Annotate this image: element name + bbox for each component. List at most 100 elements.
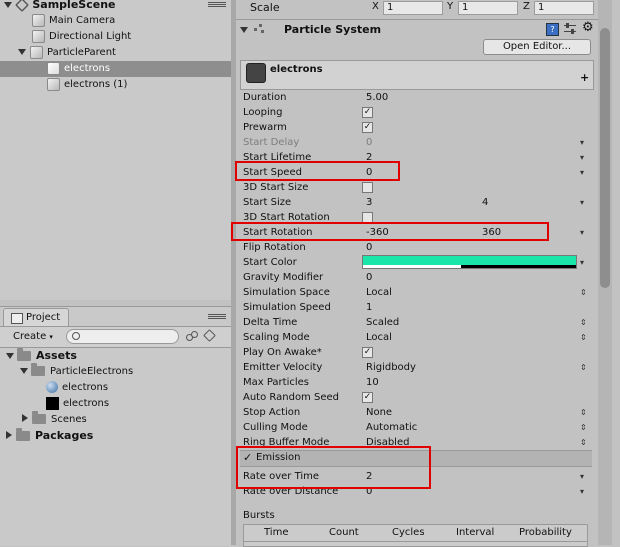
scene-name: SampleScene xyxy=(32,0,116,11)
project-item-particle-electrons[interactable]: ParticleElectrons xyxy=(20,363,133,380)
3d-start-size-checkbox[interactable] xyxy=(362,182,373,193)
flip-rotation-field[interactable]: 0 xyxy=(366,240,372,255)
scale-z-label: Z xyxy=(523,1,530,12)
start-rotation-dropdown-icon[interactable]: ▾ xyxy=(580,228,584,237)
asset-label: electrons xyxy=(63,398,110,409)
start-delay-label: Start Delay xyxy=(243,137,300,148)
gravity-modifier-field[interactable]: 0 xyxy=(366,270,372,285)
simulation-space-field[interactable]: Local xyxy=(366,285,392,300)
bursts-column-header: Probability xyxy=(519,527,572,538)
emitter-velocity-field[interactable]: Rigidbody xyxy=(366,360,416,375)
culling-mode-dropdown-icon[interactable]: ⇕ xyxy=(580,423,587,432)
add-module-plus-icon[interactable]: + xyxy=(580,71,589,84)
simulation-speed-field[interactable]: 1 xyxy=(366,300,372,315)
open-editor-button[interactable]: Open Editor... xyxy=(483,39,591,55)
scale-label: Scale xyxy=(250,1,280,14)
system-thumbnail-icon xyxy=(246,63,266,83)
search-input[interactable] xyxy=(66,329,179,344)
rate-over-distance-dropdown-icon[interactable]: ▾ xyxy=(580,487,584,496)
gear-icon[interactable]: ⚙ xyxy=(582,20,594,35)
start-color-dropdown-icon[interactable]: ▾ xyxy=(580,258,584,267)
expand-arrow-icon[interactable] xyxy=(4,2,12,8)
bursts-column-header: Cycles xyxy=(392,527,425,538)
scene-menu-icon[interactable] xyxy=(208,1,226,9)
filter-by-type-icon[interactable] xyxy=(185,330,198,342)
start-size-max-field[interactable]: 4 xyxy=(482,195,488,210)
rate-over-time-dropdown-icon[interactable]: ▾ xyxy=(580,472,584,481)
start-color-swatch[interactable] xyxy=(362,255,577,269)
simulation-speed-label: Simulation Speed xyxy=(243,302,331,313)
max-particles-label: Max Particles xyxy=(243,377,310,388)
project-item-packages[interactable]: Packages xyxy=(6,428,93,444)
hierarchy-item-electrons-1[interactable]: electrons (1) xyxy=(47,77,127,93)
help-icon[interactable]: ? xyxy=(546,23,559,36)
stop-action-field[interactable]: None xyxy=(366,405,392,420)
culling-mode-label: Culling Mode xyxy=(243,422,308,433)
scale-z-field[interactable]: 1 xyxy=(534,1,594,15)
start-delay-dropdown-icon[interactable]: ▾ xyxy=(580,138,584,147)
bursts-table: Time Count Cycles Interval Probability xyxy=(243,524,588,547)
hierarchy-item-electrons[interactable]: electrons xyxy=(47,61,110,77)
expand-arrow-icon[interactable] xyxy=(18,49,26,55)
inspector-scrollbar[interactable] xyxy=(598,0,612,545)
hierarchy-item-particle-parent[interactable]: ParticleParent xyxy=(18,45,116,61)
looping-checkbox[interactable]: ✓ xyxy=(362,107,373,118)
highlight-emission xyxy=(236,446,431,489)
scaling-mode-field[interactable]: Local xyxy=(366,330,392,345)
hierarchy-item-label: Main Camera xyxy=(49,15,116,26)
search-icon xyxy=(72,332,80,340)
start-size-dropdown-icon[interactable]: ▾ xyxy=(580,198,584,207)
asset-label: electrons xyxy=(62,382,109,393)
component-foldout-arrow[interactable] xyxy=(240,25,248,36)
delta-time-dropdown-icon[interactable]: ⇕ xyxy=(580,318,587,327)
delta-time-label: Delta Time xyxy=(243,317,298,328)
simulation-space-label: Simulation Space xyxy=(243,287,330,298)
filter-by-label-icon[interactable] xyxy=(203,329,216,342)
particle-system-icon xyxy=(252,22,266,36)
project-item-assets[interactable]: Assets xyxy=(6,348,77,364)
max-particles-field[interactable]: 10 xyxy=(366,375,379,390)
hierarchy-item-directional-light[interactable]: Directional Light xyxy=(32,29,131,45)
start-lifetime-dropdown-icon[interactable]: ▾ xyxy=(580,153,584,162)
folder-icon xyxy=(31,363,45,376)
start-size-field[interactable]: 3 xyxy=(366,195,372,210)
prewarm-checkbox[interactable]: ✓ xyxy=(362,122,373,133)
project-item-electrons-prefab[interactable]: electrons xyxy=(46,396,109,412)
culling-mode-field[interactable]: Automatic xyxy=(366,420,417,435)
start-color-label: Start Color xyxy=(243,257,297,268)
scene-row[interactable]: SampleScene xyxy=(4,0,115,13)
preset-sliders-icon[interactable] xyxy=(563,22,577,36)
project-item-scenes[interactable]: Scenes xyxy=(22,411,87,428)
ring-buffer-mode-dropdown-icon[interactable]: ⇕ xyxy=(580,438,587,447)
panel-menu-icon[interactable] xyxy=(208,313,226,321)
expand-arrow-icon[interactable] xyxy=(20,368,28,374)
scaling-mode-dropdown-icon[interactable]: ⇕ xyxy=(580,333,587,342)
create-button[interactable]: Create ▾ xyxy=(13,330,53,344)
auto-random-seed-label: Auto Random Seed xyxy=(243,392,339,403)
scale-x-field[interactable]: 1 xyxy=(383,1,443,15)
folder-icon xyxy=(32,411,46,424)
emitter-velocity-dropdown-icon[interactable]: ⇕ xyxy=(580,363,587,372)
scale-y-field[interactable]: 1 xyxy=(458,1,518,15)
simulation-space-dropdown-icon[interactable]: ⇕ xyxy=(580,288,587,297)
start-delay-field[interactable]: 0 xyxy=(366,135,372,150)
play-on-awake-checkbox[interactable]: ✓ xyxy=(362,347,373,358)
expand-arrow-icon[interactable] xyxy=(6,353,14,359)
collapse-arrow-icon[interactable] xyxy=(6,431,12,439)
tab-project[interactable]: Project xyxy=(3,308,70,327)
project-panel: Project Create ▾ Assets ParticleElectron… xyxy=(0,306,231,546)
collapse-arrow-icon[interactable] xyxy=(22,414,28,422)
system-name: electrons xyxy=(270,64,323,75)
duration-field[interactable]: 5.00 xyxy=(366,90,388,105)
project-item-electrons-material[interactable]: electrons xyxy=(46,380,108,396)
scrollbar-thumb[interactable] xyxy=(600,28,610,288)
hierarchy-item-label: electrons (1) xyxy=(64,79,128,90)
auto-random-seed-checkbox[interactable]: ✓ xyxy=(362,392,373,403)
delta-time-field[interactable]: Scaled xyxy=(366,315,399,330)
start-speed-dropdown-icon[interactable]: ▾ xyxy=(580,168,584,177)
bursts-column-header: Count xyxy=(329,527,359,538)
looping-label: Looping xyxy=(243,107,283,118)
project-toolbar: Create ▾ xyxy=(0,326,231,348)
stop-action-dropdown-icon[interactable]: ⇕ xyxy=(580,408,587,417)
hierarchy-item-main-camera[interactable]: Main Camera xyxy=(32,13,115,29)
